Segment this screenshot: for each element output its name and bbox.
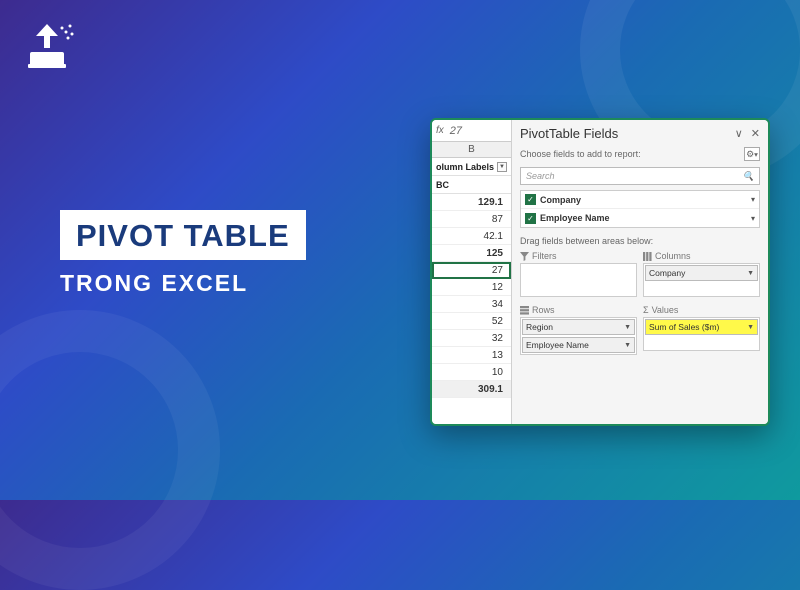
pivot-cell[interactable]: 12 xyxy=(432,279,511,296)
values-area: Σ Values Sum of Sales ($m)▼ xyxy=(643,303,760,355)
search-placeholder: Search xyxy=(526,171,555,181)
pivot-column-labels[interactable]: olumn Labels▼ xyxy=(432,158,511,176)
checkbox-checked-icon[interactable]: ✓ xyxy=(525,194,536,205)
pivot-cell[interactable]: 32 xyxy=(432,330,511,347)
search-input[interactable]: Search 🔍 xyxy=(520,167,760,185)
pivot-cell[interactable]: 42.1 xyxy=(432,228,511,245)
pivot-col-value: BC xyxy=(432,176,511,194)
title-main: PIVOT TABLE xyxy=(60,210,306,260)
columns-dropzone[interactable]: Company▼ xyxy=(643,263,760,297)
sigma-icon: Σ xyxy=(643,305,649,315)
filter-icon xyxy=(520,252,529,261)
pivot-cell[interactable]: 129.1 xyxy=(432,194,511,211)
field-list: ✓Company ▾ ✓Employee Name ▾ xyxy=(520,190,760,228)
rows-dropzone[interactable]: Region▼ Employee Name▼ xyxy=(520,317,637,355)
pivot-cell[interactable]: 87 xyxy=(432,211,511,228)
drag-fields-label: Drag fields between areas below: xyxy=(512,228,768,249)
brand-logo xyxy=(22,18,80,70)
search-icon: 🔍 xyxy=(743,171,754,182)
pivot-cell[interactable]: 34 xyxy=(432,296,511,313)
collapse-icon[interactable]: ∨ xyxy=(735,127,743,140)
field-row[interactable]: ✓Employee Name ▾ xyxy=(521,209,759,227)
chevron-down-icon: ▼ xyxy=(747,324,754,331)
worksheet-clip: fx 27 B olumn Labels▼ BC 129.1 87 42.1 1… xyxy=(432,120,512,424)
field-chip[interactable]: Region▼ xyxy=(522,319,635,335)
pivot-cell[interactable]: 125 xyxy=(432,245,511,262)
field-row[interactable]: ✓Company ▾ xyxy=(521,191,759,209)
pivot-cell[interactable]: 13 xyxy=(432,347,511,364)
columns-header: Columns xyxy=(643,249,760,263)
title-sub: TRONG EXCEL xyxy=(60,270,306,297)
values-dropzone[interactable]: Sum of Sales ($m)▼ xyxy=(643,317,760,351)
rows-area: Rows Region▼ Employee Name▼ xyxy=(520,303,637,355)
fx-icon: fx xyxy=(436,125,444,136)
dropdown-icon[interactable]: ▼ xyxy=(497,162,507,172)
pane-title: PivotTable Fields xyxy=(520,126,618,141)
pivot-cell[interactable]: 52 xyxy=(432,313,511,330)
chevron-down-icon: ▼ xyxy=(747,270,754,277)
checkbox-checked-icon[interactable]: ✓ xyxy=(525,213,536,224)
chevron-icon[interactable]: ▾ xyxy=(751,214,755,223)
excel-window: fx 27 B olumn Labels▼ BC 129.1 87 42.1 1… xyxy=(430,118,770,426)
columns-icon xyxy=(643,252,652,261)
pivottable-fields-pane: PivotTable Fields ∨ ✕ Choose fields to a… xyxy=(512,120,768,424)
field-chip[interactable]: Company▼ xyxy=(645,265,758,281)
formula-bar[interactable]: fx 27 xyxy=(432,120,511,142)
formula-value: 27 xyxy=(450,125,462,137)
chevron-down-icon: ▼ xyxy=(624,342,631,349)
chevron-icon[interactable]: ▾ xyxy=(751,195,755,204)
title-block: PIVOT TABLE TRONG EXCEL xyxy=(60,210,306,297)
column-header[interactable]: B xyxy=(432,142,511,158)
gear-icon[interactable]: ⚙▾ xyxy=(744,147,760,161)
chevron-down-icon: ▼ xyxy=(624,324,631,331)
close-icon[interactable]: ✕ xyxy=(751,127,760,140)
columns-area: Columns Company▼ xyxy=(643,249,760,297)
choose-fields-label: Choose fields to add to report: xyxy=(520,149,641,159)
field-chip-highlighted[interactable]: Sum of Sales ($m)▼ xyxy=(645,319,758,335)
filters-area: Filters xyxy=(520,249,637,297)
pivot-cell[interactable]: 10 xyxy=(432,364,511,381)
rows-header: Rows xyxy=(520,303,637,317)
rows-icon xyxy=(520,306,529,315)
pivot-cell-selected[interactable]: 27 xyxy=(432,262,511,279)
pivot-grand-total[interactable]: 309.1 xyxy=(432,381,511,398)
field-chip[interactable]: Employee Name▼ xyxy=(522,337,635,353)
values-header: Σ Values xyxy=(643,303,760,317)
filters-header: Filters xyxy=(520,249,637,263)
filters-dropzone[interactable] xyxy=(520,263,637,297)
